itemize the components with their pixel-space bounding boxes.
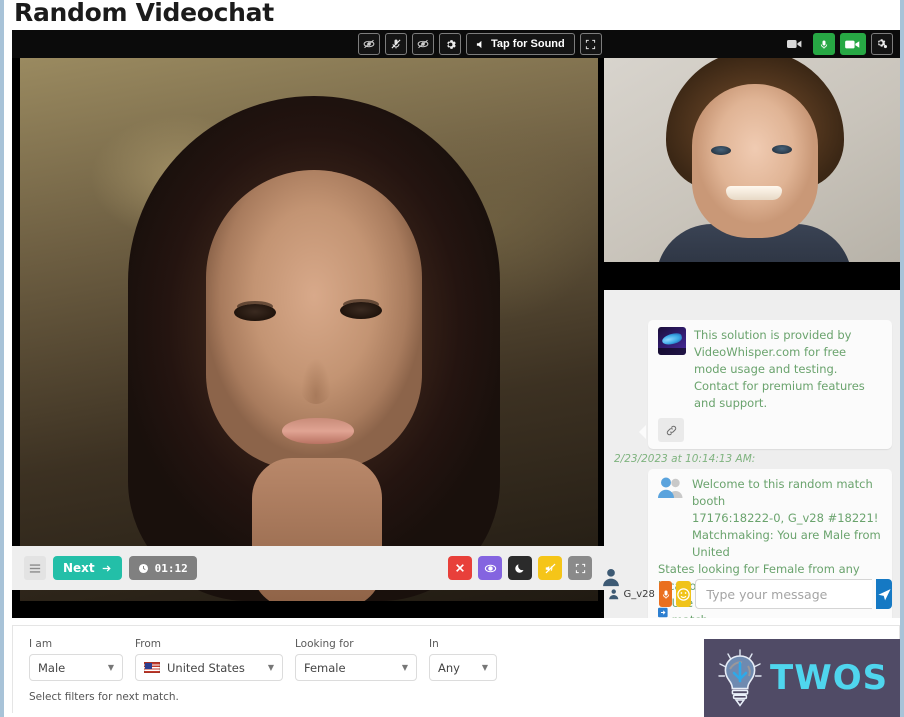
filter-label: In xyxy=(429,638,439,650)
chat-line: Matchmaking: You are Male from United xyxy=(692,528,881,559)
mic-off-icon[interactable] xyxy=(385,33,407,55)
filter-label: From xyxy=(135,638,162,650)
bottom-control-bar: Next 01:12 xyxy=(12,546,604,590)
looking-for-select-value: Female xyxy=(304,660,346,675)
filter-group-country: From United States ▼ xyxy=(135,638,283,681)
gender-select[interactable]: Male ▼ xyxy=(29,654,123,681)
chevron-down-icon: ▼ xyxy=(107,663,114,672)
page-title: Random Videochat xyxy=(14,0,274,27)
fullscreen-button[interactable] xyxy=(568,556,592,580)
video-stage: Free Mode: Broadcasting Bitrate & Resolu… xyxy=(12,58,900,618)
microphone-icon[interactable] xyxy=(658,581,673,607)
webcam-icon[interactable] xyxy=(782,33,808,55)
gender-select-value: Male xyxy=(38,660,66,675)
country-select-value: United States xyxy=(167,660,245,675)
microphone-icon[interactable] xyxy=(813,33,835,55)
filter-label: I am xyxy=(29,638,53,650)
videochat-app: Tap for Sound This solution is provided … xyxy=(12,30,900,618)
lightbulb-icon xyxy=(716,649,764,707)
chat-line: 17176:18222-0, G_v28 #18221! xyxy=(692,511,879,525)
chat-input-bar: G_v28 xyxy=(604,570,900,618)
watermark-text: TWOS xyxy=(770,658,889,698)
filter-label: Looking for xyxy=(295,638,354,650)
remote-video-smile xyxy=(726,186,782,200)
page-root: Random Videochat Tap for Sound This solu… xyxy=(0,0,904,717)
chat-timestamp: 2/23/2023 at 10:14:13 AM: xyxy=(614,453,756,465)
settings-icon[interactable] xyxy=(439,33,461,55)
top-toolbar: Tap for Sound xyxy=(12,30,900,58)
camera-off-icon[interactable] xyxy=(412,33,434,55)
people-icon xyxy=(658,476,684,502)
chat-message: This solution is provided by VideoWhispe… xyxy=(612,320,892,449)
tap-for-sound-label: Tap for Sound xyxy=(491,38,565,50)
mute-button[interactable] xyxy=(538,556,562,580)
location-select-value: Any xyxy=(438,660,460,675)
remote-video-eye-right xyxy=(772,145,792,154)
chat-line: Welcome to this random match booth xyxy=(692,477,873,508)
remote-video-eye-left xyxy=(711,146,731,155)
filter-group-gender: I am Male ▼ xyxy=(29,638,123,681)
message-input[interactable] xyxy=(695,579,873,609)
send-icon[interactable] xyxy=(876,579,892,609)
next-button-label: Next xyxy=(63,561,95,575)
control-left-group: Next 01:12 xyxy=(24,556,197,580)
arrow-right-icon xyxy=(102,564,111,572)
session-timer-label: 01:12 xyxy=(154,561,188,575)
local-video-lips xyxy=(282,418,354,444)
watermark: TWOS xyxy=(704,639,900,717)
local-video-eye-left xyxy=(234,304,276,321)
toolbar-right-group xyxy=(782,33,893,55)
local-video-nose xyxy=(301,358,331,404)
fullscreen-icon[interactable] xyxy=(579,33,602,55)
chat-message-text: Welcome to this random match booth 17176… xyxy=(692,476,882,561)
chevron-down-icon: ▼ xyxy=(401,663,408,672)
filter-group-looking-for: Looking for Female ▼ xyxy=(295,638,417,681)
toolbar-center-group: Tap for Sound xyxy=(358,33,602,55)
control-right-group xyxy=(448,556,592,580)
country-select[interactable]: United States ▼ xyxy=(135,654,283,681)
chat-message-list[interactable]: This solution is provided by VideoWhispe… xyxy=(604,320,900,618)
looking-for-select[interactable]: Female ▼ xyxy=(295,654,417,681)
clock-icon xyxy=(138,563,148,573)
next-button[interactable]: Next xyxy=(53,556,122,580)
camera-toggle-icon[interactable] xyxy=(840,33,866,55)
watch-button[interactable] xyxy=(478,556,502,580)
chevron-down-icon: ▼ xyxy=(267,663,274,672)
session-timer[interactable]: 01:12 xyxy=(128,556,197,580)
chat-message-text: This solution is provided by VideoWhispe… xyxy=(694,328,865,410)
video-off-icon[interactable] xyxy=(358,33,380,55)
local-video-feed[interactable] xyxy=(20,58,598,601)
filter-group-location: In Any ▼ xyxy=(429,638,497,681)
location-select[interactable]: Any ▼ xyxy=(429,654,497,681)
stop-button[interactable] xyxy=(448,556,472,580)
remote-video-feed[interactable] xyxy=(604,58,900,262)
night-mode-button[interactable] xyxy=(508,556,532,580)
smiley-icon[interactable] xyxy=(676,581,692,607)
chat-panel: This solution is provided by VideoWhispe… xyxy=(604,290,900,618)
local-video-eye-right xyxy=(340,302,382,319)
tap-for-sound-button[interactable]: Tap for Sound xyxy=(466,33,575,55)
us-flag-icon xyxy=(144,662,160,673)
videowhisper-logo-icon xyxy=(658,327,686,355)
chevron-down-icon: ▼ xyxy=(481,663,488,672)
remote-video-face xyxy=(692,84,818,238)
settings-gear-icon[interactable] xyxy=(871,33,893,55)
avatar xyxy=(603,569,619,587)
chat-bubble-system: This solution is provided by VideoWhispe… xyxy=(639,320,892,449)
hamburger-icon[interactable] xyxy=(24,556,46,580)
link-icon[interactable] xyxy=(658,418,684,442)
chat-username: G_v28 xyxy=(623,588,655,600)
